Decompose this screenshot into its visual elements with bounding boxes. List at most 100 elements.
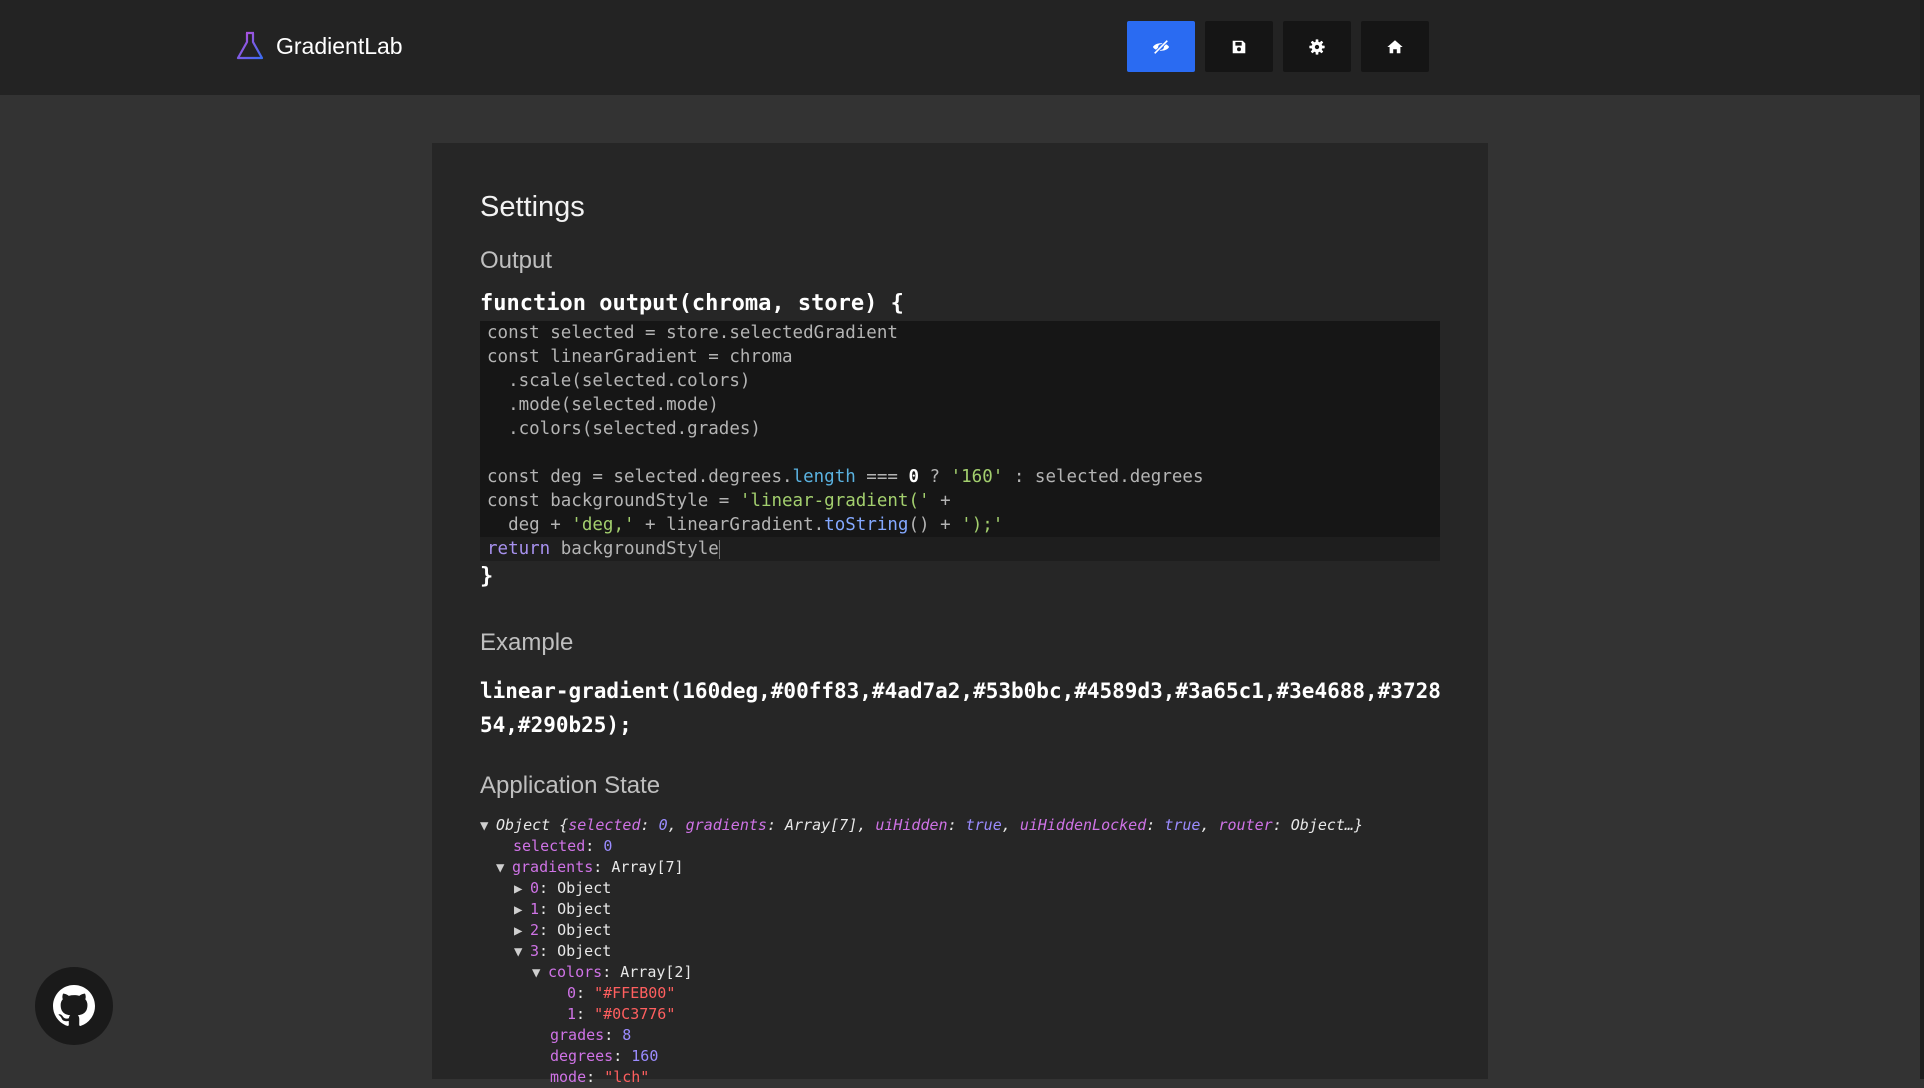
tree-value: 0 xyxy=(603,837,613,855)
code-token: const backgroundStyle = xyxy=(487,491,740,511)
tree-row-gradient-item[interactable]: ▶ 1: Object xyxy=(514,899,611,920)
settings-button[interactable] xyxy=(1283,21,1351,72)
settings-title: Settings xyxy=(480,191,585,223)
top-navbar: GradientLab xyxy=(0,0,1920,95)
tree-key: selected xyxy=(568,816,641,834)
code-line-active: return backgroundStyle xyxy=(480,537,1440,561)
tree-key: uiHiddenLocked xyxy=(1019,816,1147,834)
tree-key: mode xyxy=(550,1068,587,1086)
tree-value: 0 xyxy=(658,816,668,834)
scrollbar-track[interactable] xyxy=(1920,0,1924,1079)
tree-root-label: Object xyxy=(496,816,551,834)
app-name: GradientLab xyxy=(276,32,403,59)
code-line: const deg = selected.degrees.length === … xyxy=(487,465,1203,489)
tree-value: "#0C3776" xyxy=(594,1005,676,1023)
tree-key: colors xyxy=(548,963,603,981)
brand[interactable]: GradientLab xyxy=(236,26,403,66)
tree-key: 1 xyxy=(567,1005,577,1023)
code-token: : selected.degrees xyxy=(1003,467,1204,487)
output-code-editor[interactable]: const selected = store.selectedGradient … xyxy=(480,321,1440,561)
example-output: linear-gradient(160deg,#00ff83,#4ad7a2,#… xyxy=(480,679,1441,737)
code-line: const backgroundStyle = 'linear-gradient… xyxy=(487,489,951,513)
flask-logo-icon xyxy=(236,31,264,60)
tree-value: Array[7] xyxy=(611,858,684,876)
tree-row-grades: grades: 8 xyxy=(550,1026,632,1044)
github-link-button[interactable] xyxy=(35,967,113,1045)
tree-key: grades xyxy=(550,1026,605,1044)
code-token: ');' xyxy=(961,515,1004,535)
expanded-triangle-icon[interactable]: ▼ xyxy=(496,858,512,879)
collapsed-triangle-icon[interactable]: ▶ xyxy=(514,879,530,900)
code-token: + linearGradient. xyxy=(634,515,825,535)
tree-row-gradient-item[interactable]: ▶ 0: Object xyxy=(514,878,611,899)
tree-value: 8 xyxy=(622,1026,632,1044)
tree-root-row[interactable]: ▼ Object {selected: 0, gradients: Array[7… xyxy=(480,815,1363,836)
eye-slash-icon xyxy=(1152,39,1170,54)
output-heading: Output xyxy=(480,247,553,274)
code-line: deg + 'deg,' + linearGradient.toString()… xyxy=(487,513,1003,537)
code-token: toString xyxy=(824,515,909,535)
tree-value: "#FFEB00" xyxy=(594,984,676,1002)
tree-key: router xyxy=(1218,816,1273,834)
code-line: const selected = store.selectedGradient xyxy=(487,323,898,343)
gear-icon xyxy=(1309,38,1325,55)
code-line: .scale(selected.colors) xyxy=(487,371,751,391)
tree-value: Object xyxy=(557,942,612,960)
code-token: const deg = selected.degrees. xyxy=(487,467,793,487)
code-token: ? xyxy=(919,467,951,487)
tree-row-mode: mode: "lch" xyxy=(550,1068,650,1086)
function-close-brace: } xyxy=(480,564,494,589)
code-token: return xyxy=(487,539,551,559)
toggle-ui-visibility-button[interactable] xyxy=(1127,21,1195,72)
tree-value: Object xyxy=(557,879,612,897)
expanded-triangle-icon[interactable]: ▼ xyxy=(532,963,548,984)
code-line: .mode(selected.mode) xyxy=(487,395,719,415)
save-icon xyxy=(1232,40,1246,53)
tree-key: gradients xyxy=(512,858,594,876)
code-token: length xyxy=(792,467,856,487)
tree-value: Array[2] xyxy=(620,963,693,981)
code-token: === xyxy=(855,467,909,487)
tree-row-selected: selected: 0 xyxy=(513,837,613,855)
tree-row-color: 1: "#0C3776" xyxy=(567,1005,676,1023)
expanded-triangle-icon[interactable]: ▼ xyxy=(480,816,496,837)
tree-row-gradients[interactable]: ▼ gradients: Array[7] xyxy=(496,857,684,878)
code-line: const linearGradient = chroma xyxy=(487,347,793,367)
expanded-triangle-icon[interactable]: ▼ xyxy=(514,942,530,963)
tree-value: "lch" xyxy=(604,1068,650,1086)
tree-row-gradient-item[interactable]: ▼ 3: Object xyxy=(514,941,611,962)
collapsed-triangle-icon[interactable]: ▶ xyxy=(514,900,530,921)
code-token: '160' xyxy=(950,467,1004,487)
tree-text: { xyxy=(550,816,569,834)
tree-value: Object…} xyxy=(1290,816,1363,834)
code-token: 'deg,' xyxy=(571,515,635,535)
tree-key: 3 xyxy=(530,942,540,960)
tree-value: Object xyxy=(557,900,612,918)
tree-key: selected xyxy=(513,837,586,855)
tree-value: 160 xyxy=(631,1047,659,1065)
tree-key: 0 xyxy=(567,984,577,1002)
save-button[interactable] xyxy=(1205,21,1273,72)
tree-key: degrees xyxy=(550,1047,614,1065)
github-icon xyxy=(53,985,95,1026)
home-icon xyxy=(1387,39,1403,53)
tree-key: gradients xyxy=(685,816,767,834)
collapsed-triangle-icon[interactable]: ▶ xyxy=(514,921,530,942)
code-line: .colors(selected.grades) xyxy=(487,419,761,439)
tree-row-colors[interactable]: ▼ colors: Array[2] xyxy=(532,962,693,983)
tree-key: uiHidden xyxy=(875,816,948,834)
code-token: 0 xyxy=(908,467,919,487)
code-token: backgroundStyle xyxy=(550,539,719,559)
application-state-heading: Application State xyxy=(480,772,661,799)
tree-row-degrees: degrees: 160 xyxy=(550,1047,659,1065)
code-token: () + xyxy=(908,515,962,535)
text-cursor xyxy=(718,539,720,559)
code-token: deg + xyxy=(487,515,572,535)
tree-value: Object xyxy=(557,921,612,939)
function-signature: function output(chroma, store) { xyxy=(480,291,904,316)
settings-panel: Settings Output function output(chroma, … xyxy=(432,143,1488,1086)
tree-value: true xyxy=(965,816,1002,834)
tree-row-gradient-item[interactable]: ▶ 2: Object xyxy=(514,920,611,941)
home-button[interactable] xyxy=(1361,21,1429,72)
tree-value: true xyxy=(1164,816,1201,834)
